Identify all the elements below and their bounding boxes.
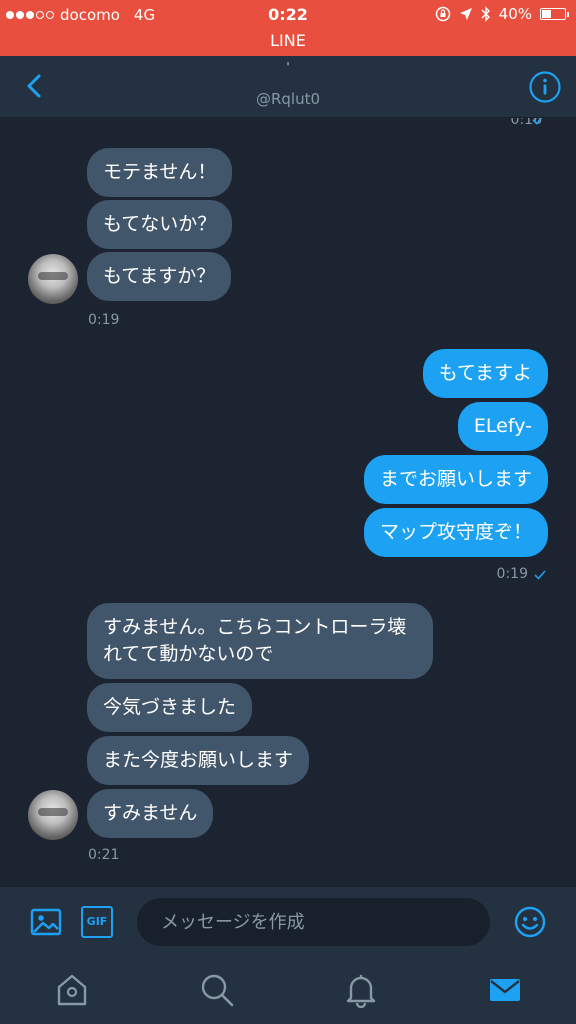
tab-bar bbox=[0, 956, 576, 1024]
status-right: 40% bbox=[435, 5, 569, 23]
conversation-header: ' @Rqlut0 bbox=[0, 56, 576, 118]
outgoing-message[interactable]: マップ攻守度ぞ！ bbox=[363, 508, 548, 557]
outgoing-message[interactable]: までお願いします bbox=[363, 455, 548, 504]
orientation-lock-icon bbox=[435, 6, 450, 22]
info-icon[interactable] bbox=[528, 70, 562, 104]
search-icon[interactable] bbox=[199, 972, 235, 1008]
gif-button[interactable]: GIF bbox=[81, 906, 113, 938]
incoming-message[interactable]: モテません！ bbox=[87, 148, 233, 197]
bluetooth-icon bbox=[481, 6, 490, 22]
location-icon bbox=[459, 8, 472, 20]
avatar[interactable] bbox=[28, 254, 78, 304]
emoji-icon[interactable] bbox=[514, 906, 546, 938]
battery-fill bbox=[542, 10, 551, 18]
status-bar: docomo 4G 0:22 40% LINE bbox=[0, 0, 576, 56]
incoming-message[interactable]: もてないか？ bbox=[87, 200, 233, 249]
message-time: 0:19 bbox=[88, 312, 120, 328]
incoming-message[interactable]: すみません bbox=[87, 789, 214, 838]
battery-icon bbox=[540, 8, 569, 20]
incoming-message[interactable]: また今度お願いします bbox=[87, 736, 310, 785]
message-composer: GIF bbox=[0, 886, 576, 956]
outgoing-message[interactable]: もてますよ bbox=[422, 349, 548, 398]
messages-icon[interactable] bbox=[487, 972, 523, 1008]
message-list[interactable]: 0:16 モテません！ もてないか？ もてますか？ 0:19 もてますよ ELe… bbox=[0, 118, 576, 886]
outgoing-message[interactable]: ELefy- bbox=[457, 402, 548, 451]
image-icon[interactable] bbox=[30, 906, 62, 938]
message-time: 0:21 bbox=[88, 847, 120, 863]
home-icon[interactable] bbox=[54, 972, 90, 1008]
message-time: 0:19 bbox=[496, 566, 528, 582]
incoming-message[interactable]: もてますか？ bbox=[87, 252, 232, 301]
message-input[interactable] bbox=[137, 898, 490, 946]
incoming-message[interactable]: すみません。こちらコントローラ壊れてて動かないので bbox=[87, 603, 433, 679]
avatar[interactable] bbox=[28, 790, 78, 840]
check-icon bbox=[534, 570, 546, 580]
conversation-handle: @Rqlut0 bbox=[255, 90, 321, 108]
conversation-name: ' bbox=[286, 60, 290, 74]
battery-percent: 40% bbox=[498, 5, 532, 23]
incoming-message[interactable]: 今気づきました bbox=[87, 683, 253, 732]
status-app-label: LINE bbox=[270, 31, 306, 50]
notifications-icon[interactable] bbox=[343, 972, 379, 1008]
check-icon bbox=[532, 118, 543, 125]
